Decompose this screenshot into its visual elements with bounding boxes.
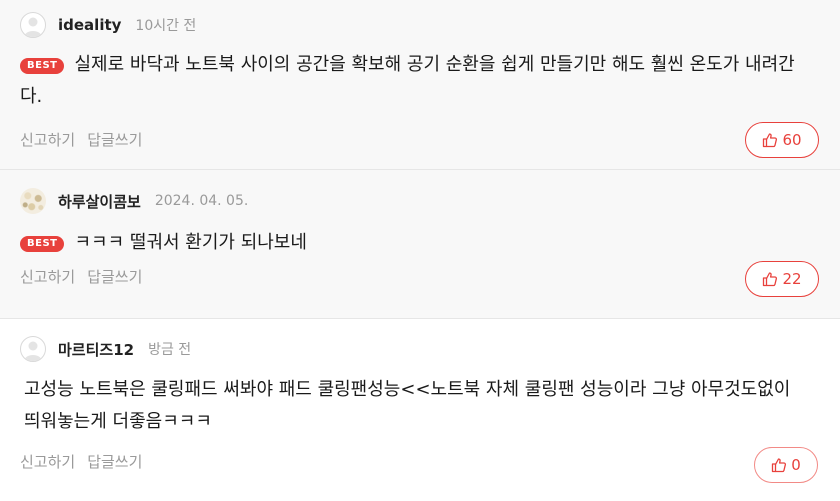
timestamp: 2024. 04. 05. (154, 193, 249, 209)
comment-text-block: BEST ㅋㅋㅋ 떨궈서 환기가 되나보네 (20, 227, 810, 259)
thumbs-up-icon (763, 272, 778, 287)
best-badge: BEST (20, 58, 65, 74)
comment-text: 실제로 바닥과 노트북 사이의 공간을 확보해 공기 순환을 쉽게 만들기만 해… (20, 54, 795, 107)
avatar[interactable] (20, 12, 46, 38)
nickname[interactable]: 마르티즈12 (58, 339, 134, 360)
comment-meta: 마르티즈12 방금 전 (20, 336, 191, 362)
like-count: 60 (782, 131, 802, 149)
comment-meta: ideality 10시간 전 (20, 12, 196, 38)
like-count: 22 (782, 270, 802, 288)
comment-actions: 신고하기 답글쓰기 (20, 266, 154, 287)
nickname[interactable]: 하루살이콤보 (58, 191, 141, 212)
timestamp: 방금 전 (148, 342, 192, 358)
comment-actions: 신고하기 답글쓰기 (20, 129, 154, 150)
comment-item: 하루살이콤보 2024. 04. 05. BEST ㅋㅋㅋ 떨궈서 환기가 되나보… (0, 170, 840, 319)
reply-button[interactable]: 답글쓰기 (87, 266, 142, 287)
like-button[interactable]: 0 (754, 447, 818, 483)
like-button[interactable]: 22 (745, 261, 819, 297)
nickname[interactable]: ideality (58, 16, 121, 34)
report-button[interactable]: 신고하기 (20, 266, 75, 287)
comment-actions: 신고하기 답글쓰기 (20, 451, 154, 472)
like-count: 0 (791, 456, 801, 474)
avatar[interactable] (20, 336, 46, 362)
comment-text-block: BEST 실제로 바닥과 노트북 사이의 공간을 확보해 공기 순환을 쉽게 만들… (20, 49, 810, 113)
best-badge: BEST (20, 236, 65, 252)
thumbs-up-icon (772, 458, 787, 473)
comment-item: 마르티즈12 방금 전 고성능 노트북은 쿨링패드 써봐야 패드 쿨링팬성능<<… (0, 319, 840, 501)
comment-text: 고성능 노트북은 쿨링패드 써봐야 패드 쿨링팬성능<<노트북 자체 쿨링팬 성… (24, 379, 791, 432)
person-silhouette-icon (24, 341, 42, 361)
thumbs-up-icon (763, 133, 778, 148)
report-button[interactable]: 신고하기 (20, 129, 75, 150)
like-button[interactable]: 60 (745, 122, 819, 158)
timestamp: 10시간 전 (135, 18, 197, 34)
person-silhouette-icon (24, 17, 42, 37)
reply-button[interactable]: 답글쓰기 (87, 451, 142, 472)
avatar[interactable] (20, 188, 46, 214)
report-button[interactable]: 신고하기 (20, 451, 75, 472)
comment-meta: 하루살이콤보 2024. 04. 05. (20, 188, 248, 214)
comment-text: ㅋㅋㅋ 떨궈서 환기가 되나보네 (74, 232, 307, 253)
reply-button[interactable]: 답글쓰기 (87, 129, 142, 150)
comment-item: ideality 10시간 전 BEST 실제로 바닥과 노트북 사이의 공간을 … (0, 0, 840, 170)
